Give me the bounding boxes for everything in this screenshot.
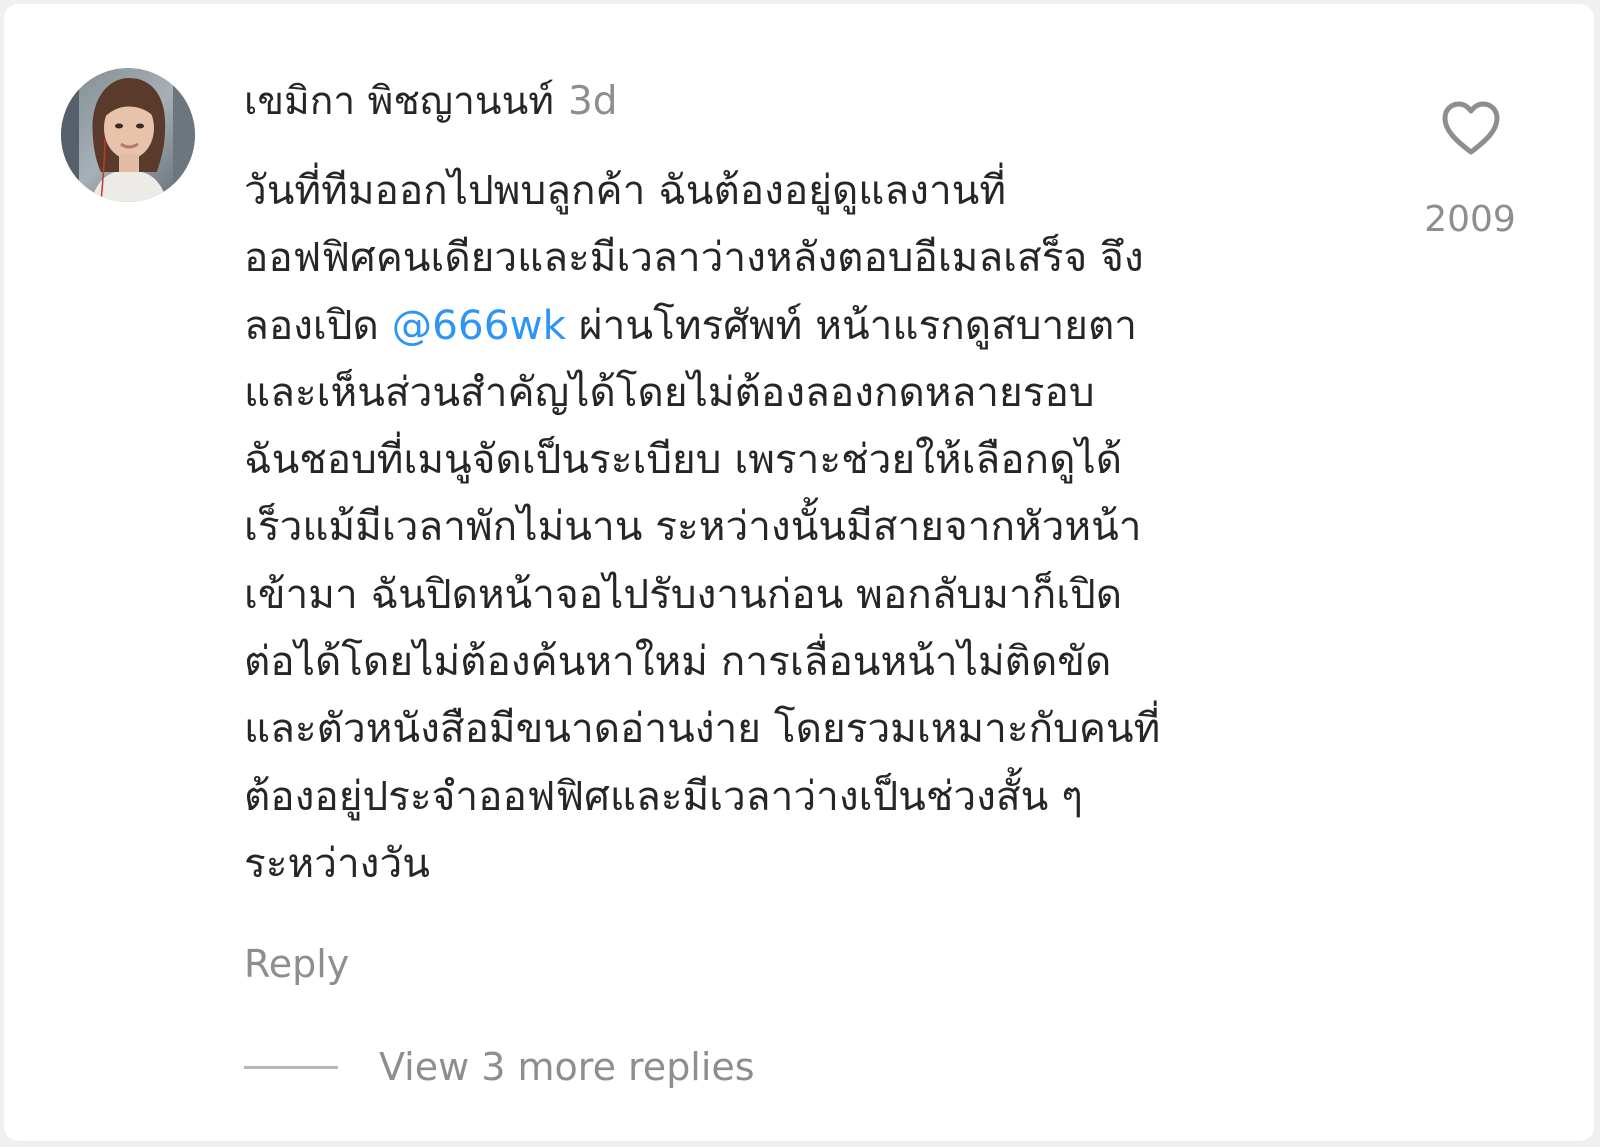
comment-text-fragment: ผ่านโทรศัพท์ หน้าแรกดูสบายตา: [566, 300, 1138, 349]
comment-line: และตัวหนังสือมีขนาดอ่านง่าย โดยรวมเหมาะก…: [244, 704, 1161, 753]
comment-author-row: เขมิกา พิชญานนท์ 3d: [244, 76, 618, 128]
comment-line: ต่อได้โดยไม่ต้องค้นหาใหม่ การเลื่อนหน้าไ…: [244, 637, 1112, 686]
comment-text: วันที่ทีมออกไปพบลูกค้า ฉันต้องอยู่ดูแลงา…: [244, 157, 1374, 897]
comment-text-fragment: ลองเปิด: [244, 300, 392, 349]
view-more-replies-button[interactable]: View 3 more replies: [379, 1041, 755, 1093]
heart-outline-icon[interactable]: [1441, 100, 1501, 158]
comment-card: เขมิกา พิชญานนท์ 3d วันที่ทีมออกไปพบลูกค้…: [4, 4, 1594, 1141]
comment-line-with-mention: ลองเปิด @666wk ผ่านโทรศัพท์ หน้าแรกดูสบา…: [244, 292, 1374, 359]
comment-line: ออฟฟิศคนเดียวและมีเวลาว่างหลังตอบอีเมลเส…: [244, 233, 1144, 282]
comment-line: เร็วแม้มีเวลาพักไม่นาน ระหว่างนั้นมีสายจ…: [244, 502, 1142, 551]
comment-username[interactable]: เขมิกา พิชญานนท์: [244, 79, 554, 124]
comment-line: ระหว่างวัน: [244, 838, 430, 887]
replies-divider: [244, 1066, 338, 1069]
like-count: 2009: [1424, 199, 1516, 240]
comment-line: และเห็นส่วนสำคัญได้โดยไม่ต้องลองกดหลายรอ…: [244, 367, 1095, 416]
comment-line: วันที่ทีมออกไปพบลูกค้า ฉันต้องอยู่ดูแลงา…: [244, 166, 1007, 214]
comment-line: ต้องอยู่ประจำออฟฟิศและมีเวลาว่างเป็นช่วง…: [244, 771, 1083, 820]
mention-link[interactable]: @666wk: [392, 301, 566, 349]
reply-button[interactable]: Reply: [244, 938, 349, 990]
comment-timestamp: 3d: [567, 79, 618, 124]
heart-icon: [1442, 101, 1500, 155]
comment-line: ฉันชอบที่เมนูจัดเป็นระเบียบ เพราะช่วยให้…: [244, 435, 1123, 484]
avatar-image: [61, 68, 195, 202]
comment-line: เข้ามา ฉันปิดหน้าจอไปรับงานก่อน พอกลับมา…: [244, 569, 1123, 618]
avatar[interactable]: [61, 68, 195, 202]
